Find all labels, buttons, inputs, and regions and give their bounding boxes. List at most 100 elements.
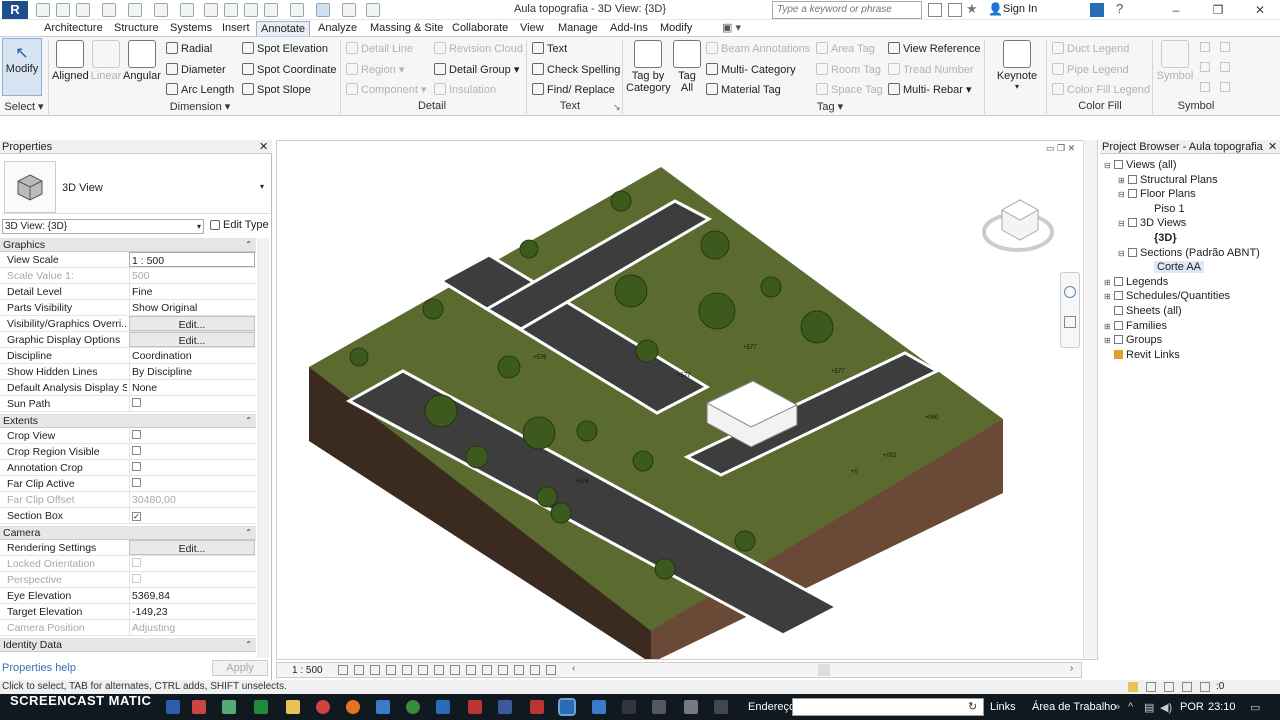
exchange-icon[interactable]	[1090, 3, 1104, 17]
browser-item-groups[interactable]: ⊞ Groups	[1104, 334, 1162, 346]
tread-number-button[interactable]: Tread Number	[888, 63, 974, 76]
toolbar-chevron-icon[interactable]: »	[1114, 701, 1120, 713]
insulation-button[interactable]: Insulation	[434, 83, 496, 96]
property-row-section-box[interactable]: Section Box ✓	[0, 508, 256, 524]
tree-toggle-icon[interactable]: ⊟	[1104, 161, 1112, 170]
radial-button[interactable]: Radial	[166, 42, 212, 55]
fabric-reinforcement-icon[interactable]	[1220, 82, 1230, 92]
undo-icon[interactable]	[102, 3, 116, 17]
property-checkbox[interactable]: ✓	[129, 508, 255, 523]
revit-logo[interactable]: R	[2, 1, 28, 19]
app-icon-5[interactable]	[498, 700, 512, 714]
browser-item-3d[interactable]: {3D}	[1132, 232, 1177, 244]
chrome-icon[interactable]	[406, 700, 420, 714]
temporary-hide-icon[interactable]	[466, 665, 476, 675]
spot-elevation-button[interactable]: Spot Elevation	[242, 42, 328, 55]
detail-group-button[interactable]: Detail Group ▾	[434, 63, 519, 76]
browser-item-corte-aa[interactable]: Corte AA	[1132, 261, 1205, 274]
address-input[interactable]	[792, 698, 984, 716]
browser-item-sections-padr-o-abnt[interactable]: ⊟ Sections (Padrão ABNT)	[1118, 247, 1260, 259]
language-indicator[interactable]: POR	[1180, 701, 1204, 713]
find-replace-button[interactable]: Find/ Replace	[532, 83, 615, 96]
thin-lines-icon[interactable]	[316, 3, 330, 17]
pipe-legend-button[interactable]: Pipe Legend	[1052, 63, 1129, 76]
view-reference-button[interactable]: View Reference	[888, 42, 980, 55]
area-tag-button[interactable]: Area Tag	[816, 42, 875, 55]
linear-dimension-button[interactable]: Linear	[89, 40, 123, 82]
multi-rebar-button[interactable]: Multi- Rebar ▾	[888, 83, 971, 96]
desktop-toolbar[interactable]: Área de Trabalho	[1032, 701, 1116, 713]
section-icon[interactable]	[290, 3, 304, 17]
zoom-icon[interactable]	[1064, 316, 1076, 328]
color-fill-legend-button[interactable]: Color Fill Legend	[1052, 83, 1150, 96]
property-row-detail-level[interactable]: Detail Level Fine	[0, 284, 256, 300]
3d-viewport[interactable]: +577 +577 +577 +000 +0 +002 +074 +576	[276, 140, 1098, 663]
property-row-rendering-settings[interactable]: Rendering Settings Edit...	[0, 540, 256, 556]
property-value[interactable]: 5369,84	[129, 588, 255, 603]
diameter-button[interactable]: Diameter	[166, 63, 226, 76]
edit-type-button[interactable]: Edit Type	[210, 219, 269, 231]
property-row-view-scale[interactable]: View Scale 1 : 500	[0, 252, 256, 268]
steering-wheel-icon[interactable]	[1064, 286, 1076, 298]
browser-item-schedules-quantities[interactable]: ⊞ Schedules/Quantities	[1104, 290, 1230, 302]
subscription-icon[interactable]	[948, 3, 962, 17]
material-tag-button[interactable]: Material Tag	[706, 83, 781, 96]
arc-length-button[interactable]: Arc Length	[166, 83, 234, 96]
network-icon[interactable]: ▤	[1144, 701, 1154, 714]
user-icon[interactable]: 👤	[988, 2, 1003, 16]
minimize-button[interactable]: –	[1156, 0, 1196, 20]
tab-insert[interactable]: Insert	[218, 21, 254, 36]
browser-item-legends[interactable]: ⊞ Legends	[1104, 276, 1168, 288]
tab-modify[interactable]: Modify	[656, 21, 696, 36]
excel-icon[interactable]	[254, 700, 268, 714]
detail-line-button[interactable]: Detail Line	[346, 42, 413, 55]
tag-by-category-button[interactable]: Tag by Category	[626, 40, 671, 94]
tree-toggle-icon[interactable]: ⊞	[1118, 176, 1126, 185]
browser-item-families[interactable]: ⊞ Families	[1104, 320, 1167, 332]
binoculars-icon[interactable]	[928, 3, 942, 17]
app-icon[interactable]	[222, 700, 236, 714]
switch-windows-icon[interactable]	[366, 3, 380, 17]
save-icon[interactable]	[56, 3, 70, 17]
browser-item-3d-views[interactable]: ⊟ 3D Views	[1118, 217, 1186, 229]
editable-only-icon[interactable]	[1164, 682, 1174, 692]
browser-close-icon[interactable]: ✕	[1268, 140, 1277, 153]
tab-annotate[interactable]: Annotate	[256, 21, 311, 36]
sync-icon[interactable]	[76, 3, 90, 17]
acrobat-icon[interactable]	[192, 700, 206, 714]
property-edit-button[interactable]: Edit...	[129, 316, 255, 331]
reveal-constraints-icon[interactable]	[546, 665, 556, 675]
property-value[interactable]: 1 : 500	[129, 252, 255, 267]
revit-taskbar-icon[interactable]	[558, 698, 576, 716]
property-checkbox[interactable]	[129, 460, 255, 475]
text-panel-launcher-icon[interactable]: ↘	[613, 102, 621, 113]
highlight-displacement-icon[interactable]	[530, 665, 540, 675]
spot-coordinate-button[interactable]: Spot Coordinate	[242, 63, 337, 76]
area-reinforcement-icon[interactable]	[1220, 62, 1230, 72]
settings-gear-icon[interactable]	[684, 700, 698, 714]
app-icon-4[interactable]	[468, 700, 482, 714]
property-checkbox[interactable]	[129, 476, 255, 491]
symbol-button[interactable]: Symbol	[1156, 40, 1194, 82]
dimension-panel-label[interactable]: Dimension ▾	[150, 100, 250, 113]
revision-cloud-button[interactable]: Revision Cloud	[434, 42, 523, 55]
property-value[interactable]: Coordination	[129, 348, 255, 363]
browser-item-structural-plans[interactable]: ⊞ Structural Plans	[1118, 174, 1218, 186]
angular-dimension-button[interactable]: Angular	[122, 40, 162, 82]
tab-collaborate[interactable]: Collaborate	[448, 21, 512, 36]
property-row-show-hidden-lines[interactable]: Show Hidden Lines By Discipline	[0, 364, 256, 380]
property-row-scale-value-1[interactable]: Scale Value 1: 500	[0, 268, 256, 284]
tab-structure[interactable]: Structure	[110, 21, 163, 36]
keynote-button[interactable]: Keynote ▾	[992, 40, 1042, 91]
property-checkbox[interactable]	[129, 396, 255, 411]
browser-item-floor-plans[interactable]: ⊟ Floor Plans	[1118, 188, 1196, 200]
aligned-dimension-button[interactable]: Aligned	[52, 40, 89, 82]
browser-item-revit-links[interactable]: Revit Links	[1104, 349, 1180, 361]
property-row-crop-view[interactable]: Crop View	[0, 428, 256, 444]
worksharing-icon[interactable]	[498, 665, 508, 675]
group-identity-data[interactable]: Identity Data ⌃	[0, 638, 256, 652]
beam-annotations-button[interactable]: Beam Annotations	[706, 42, 810, 55]
browser-item-views-all[interactable]: ⊟ Views (all)	[1104, 159, 1177, 171]
property-value[interactable]: None	[129, 380, 255, 395]
property-row-perspective[interactable]: Perspective	[0, 572, 256, 588]
